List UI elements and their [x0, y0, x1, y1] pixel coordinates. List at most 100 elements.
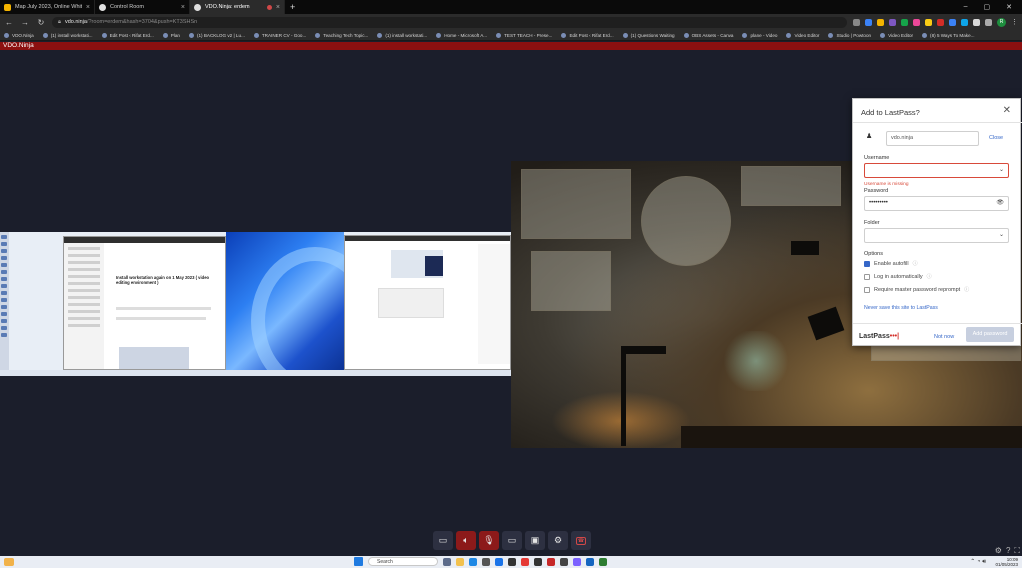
option-require-reprompt[interactable]: Require master password reprompt ⓘ: [864, 286, 969, 293]
close-tab-icon[interactable]: ×: [86, 4, 90, 11]
bookmark[interactable]: OBS Assets - Canva: [683, 32, 733, 38]
file-explorer-icon[interactable]: [456, 557, 464, 566]
task-view-icon[interactable]: [443, 557, 451, 566]
option-enable-autofill[interactable]: Enable autofill ⓘ: [864, 260, 918, 267]
chat-button[interactable]: ▭: [433, 531, 453, 550]
extension-icon[interactable]: [925, 18, 932, 26]
close-window-icon[interactable]: ✕: [1006, 3, 1012, 11]
bookmark-star-icon[interactable]: [877, 18, 884, 26]
bookmark[interactable]: (1) BACKLOG v2 | Lu...: [188, 32, 245, 38]
chevron-down-icon[interactable]: ⌄: [999, 229, 1004, 242]
info-icon: ⓘ: [964, 287, 970, 293]
lastpass-header: Add to LastPass? ✕: [853, 99, 1022, 123]
bookmark[interactable]: TEST TEACH - Prese...: [496, 32, 552, 38]
bookmark[interactable]: (1) Questions Waiting: [622, 32, 675, 38]
back-icon[interactable]: ←: [4, 18, 14, 27]
app-icon[interactable]: [560, 557, 568, 566]
system-tray[interactable]: ⌃ ◔ 🔊︎: [970, 558, 986, 566]
windows-taskbar: Search ⌃ ◔ 🔊︎ 10:09 01/05/2023: [0, 556, 1022, 568]
app-icon[interactable]: [547, 557, 555, 566]
extension-icon[interactable]: [901, 18, 908, 26]
profile-avatar[interactable]: R: [997, 17, 1006, 27]
bookmark[interactable]: Video Editor: [880, 32, 913, 38]
tab-vdo-ninja[interactable]: VDO.Ninja: erdem ×: [190, 0, 285, 14]
forward-icon[interactable]: →: [20, 18, 30, 27]
bookmark[interactable]: Edit Post ‹ Rifat Erd...: [561, 32, 614, 38]
show-password-icon[interactable]: 👁︎: [996, 197, 1004, 210]
share-icon[interactable]: [865, 18, 872, 26]
bookmark[interactable]: Edit Post ‹ Rifat Erd...: [101, 32, 154, 38]
settings-button[interactable]: ⚙: [548, 531, 568, 550]
extension-icon[interactable]: [889, 18, 896, 26]
extension-icon[interactable]: [913, 18, 920, 26]
app-icon[interactable]: [482, 557, 490, 566]
extension-icon[interactable]: [961, 18, 968, 26]
close-icon[interactable]: ✕: [1003, 105, 1011, 116]
checkbox[interactable]: [864, 273, 870, 280]
new-tab-icon[interactable]: +: [285, 2, 300, 12]
fullscreen-icon[interactable]: ⛶: [1014, 546, 1020, 556]
chrome-icon[interactable]: [521, 557, 529, 566]
bookmark[interactable]: TRAINER CV - Goo...: [253, 32, 306, 38]
add-password-button[interactable]: Add password: [966, 327, 1014, 342]
help-icon[interactable]: ?: [1006, 546, 1010, 556]
minimize-icon[interactable]: –: [964, 3, 968, 11]
speaker-button[interactable]: 🔈︎: [456, 531, 476, 550]
mic-button[interactable]: 🎙︎: [479, 531, 499, 550]
tab-control-room[interactable]: Control Room ×: [95, 0, 190, 14]
start-icon[interactable]: [354, 557, 363, 566]
password-field[interactable]: ••••••••• 👁︎: [864, 196, 1009, 211]
tab-whiteboard[interactable]: Map July 2023, Online Whitebo... ×: [0, 0, 95, 14]
bookmark[interactable]: Teaching Tech Topic...: [315, 32, 368, 38]
screenshare-video[interactable]: Install workstation again on 1 May 2023 …: [0, 232, 511, 376]
menu-icon[interactable]: ⋮: [1011, 18, 1018, 26]
site-field[interactable]: vdo.ninja: [886, 131, 979, 146]
folder-label: Folder: [864, 220, 880, 226]
maximize-icon[interactable]: ▢: [984, 3, 991, 11]
address-bar[interactable]: 🔒︎ vdo.ninja/?room=erdem&hash=3704&push=…: [52, 16, 847, 28]
weather-icon[interactable]: [4, 558, 14, 566]
bookmark[interactable]: (1) install workstati...: [377, 32, 427, 38]
bookmark[interactable]: Video Editor: [786, 32, 819, 38]
bookmark[interactable]: Studio | Powtoon: [828, 32, 871, 38]
folder-select[interactable]: ⌄: [864, 228, 1009, 243]
chevron-down-icon[interactable]: ⌄: [999, 164, 1004, 177]
edge-icon[interactable]: [469, 557, 477, 566]
taskbar-search[interactable]: Search: [368, 557, 438, 566]
hangup-button[interactable]: ☎: [571, 531, 591, 550]
checkbox[interactable]: [864, 286, 870, 293]
sidepanel-icon[interactable]: [985, 18, 992, 26]
settings-gear-icon[interactable]: ⚙: [995, 546, 1002, 556]
extension-icon[interactable]: [949, 18, 956, 26]
app-icon[interactable]: [495, 557, 503, 566]
bookmark[interactable]: VDO.Ninja: [4, 32, 34, 38]
app-icon[interactable]: [599, 557, 607, 566]
cast-icon[interactable]: [853, 18, 860, 26]
options-label: Options: [864, 251, 883, 257]
app-icon[interactable]: [586, 557, 594, 566]
never-save-link[interactable]: Never save this site to LastPass: [864, 305, 938, 311]
taskbar-clock[interactable]: 10:09 01/05/2023: [995, 557, 1018, 567]
checkbox[interactable]: [864, 260, 870, 267]
puzzle-icon[interactable]: [973, 18, 980, 26]
bookmark[interactable]: (8) 5 Ways To Make...: [922, 32, 974, 38]
screenshare-button[interactable]: ▣: [525, 531, 545, 550]
close-tab-icon[interactable]: ×: [181, 4, 185, 11]
url-host: vdo.ninja: [64, 19, 87, 25]
username-label: Username: [864, 155, 890, 161]
close-tab-icon[interactable]: ×: [276, 4, 280, 11]
not-now-button[interactable]: Not now: [934, 334, 954, 340]
bookmark[interactable]: (1) install workstati...: [42, 32, 93, 38]
camera-button[interactable]: ▭: [502, 531, 522, 550]
lastpass-icon[interactable]: [937, 18, 944, 26]
app-icon[interactable]: [508, 557, 516, 566]
close-link[interactable]: Close: [989, 135, 1003, 141]
bookmark[interactable]: plane - Video: [742, 32, 777, 38]
option-log-in-automatically[interactable]: Log in automatically ⓘ: [864, 273, 932, 280]
app-icon[interactable]: [534, 557, 542, 566]
username-field[interactable]: ⌄: [864, 163, 1009, 178]
reload-icon[interactable]: ↻: [36, 18, 46, 27]
bookmark[interactable]: Plan: [162, 32, 180, 38]
app-icon[interactable]: [573, 557, 581, 566]
bookmark[interactable]: Home - Microsoft A...: [436, 32, 487, 38]
